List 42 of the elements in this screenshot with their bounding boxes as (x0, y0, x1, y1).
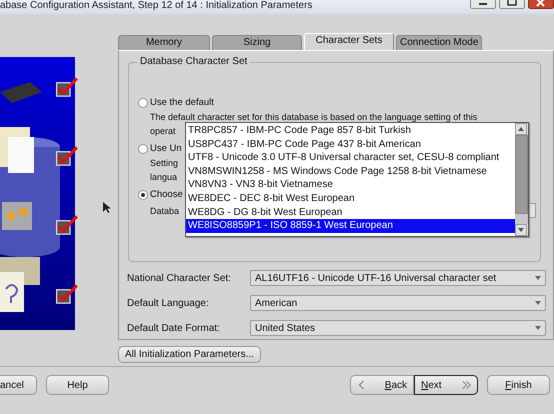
description-text: The default character set for this database is based on the language setting of this (150, 111, 478, 123)
group-title: Database Character Set (137, 56, 250, 67)
list-item[interactable]: US8PC437 - IBM-PC Code Page 437 8-bit American (186, 138, 515, 152)
list-item[interactable]: VN8VN3 - VN3 8-bit Vietnamese (186, 178, 515, 192)
field-label: National Character Set: (127, 272, 232, 284)
button[interactable]: ancel (0, 375, 37, 395)
dropdown-field[interactable]: AL16UTF16 - Unicode UTF-16 Universal character set (250, 270, 546, 286)
window-title: abase Configuration Assistant, Step 12 of 14 : Initialization Parameters (0, 0, 312, 12)
radio-button[interactable]: Use the default (138, 97, 214, 109)
list-item[interactable]: WE8DG - DG 8-bit West European (186, 206, 515, 220)
radio-button[interactable]: Choose (138, 189, 183, 201)
list-item[interactable]: VN8MSWIN1258 - MS Windows Code Page 1258 8-bit Vietnamese (186, 164, 515, 178)
description-text: operat (150, 125, 176, 137)
list-item[interactable]: TR8PC857 - IBM-PC Code Page 857 8-bit Turkish (186, 124, 515, 138)
scroll-down-icon[interactable] (515, 224, 527, 236)
button[interactable]: Back (350, 375, 414, 395)
button[interactable]: Finish (487, 375, 550, 395)
cursor-icon (103, 202, 111, 214)
radio-button[interactable]: Use Un (138, 143, 182, 155)
tab[interactable]: Sizing (212, 35, 302, 50)
list-item[interactable]: WE8ISO8859P1 - ISO 8859-1 West European (186, 219, 515, 233)
scroll-up-icon[interactable] (515, 123, 527, 135)
chevron-left-icon (357, 380, 366, 390)
description-text: Databa (150, 204, 180, 216)
tab[interactable]: Memory (118, 35, 210, 50)
dropdown-field[interactable]: United States (250, 320, 546, 336)
button[interactable]: Help (46, 375, 109, 395)
double-chevron-right-icon (462, 380, 471, 390)
description-text: langua (150, 171, 178, 183)
dropdown-field[interactable]: American (250, 295, 546, 311)
all-parameters-button[interactable]: All Initialization Parameters... (118, 346, 261, 363)
field-label: Default Date Format: (127, 322, 221, 334)
dropdown-list[interactable] (185, 122, 529, 237)
description-text: Setting (150, 157, 178, 169)
button[interactable]: Next (414, 375, 478, 395)
list-item[interactable]: WE8DEC - DEC 8-bit West European (186, 192, 515, 206)
scrollbar[interactable] (515, 123, 528, 236)
list-item[interactable]: UTF8 - Unicode 3.0 UTF-8 Universal character set, CESU-8 compliant (186, 151, 515, 165)
tab[interactable]: Connection Mode (396, 35, 482, 50)
scroll-thumb[interactable] (515, 135, 528, 214)
tab[interactable]: Character Sets (304, 33, 394, 50)
field-label: Default Language: (127, 298, 210, 308)
